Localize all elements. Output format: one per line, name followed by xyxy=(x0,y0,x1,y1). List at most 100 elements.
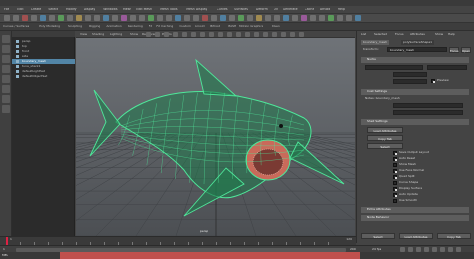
viewport-menu-shading[interactable]: Shading xyxy=(92,33,104,36)
nurbs-input-field[interactable] xyxy=(365,65,423,70)
menu-item-uv[interactable]: UV xyxy=(274,8,279,11)
outliner-item[interactable]: defaultObjectSet xyxy=(12,74,75,79)
shelf-tool-icon[interactable] xyxy=(121,15,127,21)
shelf-tool-icon[interactable] xyxy=(202,15,208,21)
command-language-label[interactable]: MEL xyxy=(2,254,8,257)
shelf-tab[interactable]: Poly Modeling xyxy=(39,25,60,28)
attr-editor-menu-attributes[interactable]: Attributes xyxy=(410,33,425,36)
menu-item-curves[interactable]: Curves xyxy=(217,8,228,11)
viewport-tool-icon[interactable] xyxy=(254,32,259,37)
viewport-tool-icon[interactable] xyxy=(164,32,169,37)
option-checkbox[interactable] xyxy=(393,193,397,197)
rotate-tool-icon[interactable] xyxy=(2,75,10,83)
shelf-tool-icon[interactable] xyxy=(49,15,55,21)
shelf-tool-icon[interactable] xyxy=(103,15,109,21)
nurbs-value-field[interactable] xyxy=(393,72,427,77)
shelf-tool-icon[interactable] xyxy=(238,15,244,21)
viewport-tool-icon[interactable] xyxy=(263,32,268,37)
range-end-field[interactable]: 200 xyxy=(350,248,356,251)
shelf-tool-icon[interactable] xyxy=(328,15,334,21)
shelf-tool-icon[interactable] xyxy=(301,15,307,21)
option-checkbox[interactable] xyxy=(393,181,397,185)
select-button[interactable]: Select xyxy=(367,143,403,149)
viewport-tool-icon[interactable] xyxy=(227,32,232,37)
range-slider-bar[interactable] xyxy=(16,247,346,252)
nurbs-option-field[interactable] xyxy=(427,65,467,70)
shelf-tool-icon[interactable] xyxy=(211,15,217,21)
range-slider[interactable]: 1 200 24 fps xyxy=(0,245,474,252)
option-checkbox[interactable] xyxy=(393,187,397,191)
shelf-tool-icon[interactable] xyxy=(148,15,154,21)
shelf-tool-icon[interactable] xyxy=(166,15,172,21)
section-extra[interactable]: Extra Attributes xyxy=(361,207,469,213)
section-cost_settings[interactable]: Cost Settings xyxy=(361,89,469,95)
section-shell[interactable]: Shell Settings xyxy=(361,119,469,125)
section-node_behavior[interactable]: Node Behavior xyxy=(361,215,469,221)
viewport-tool-icon[interactable] xyxy=(281,32,286,37)
viewport-menu-view[interactable]: View xyxy=(80,33,87,36)
shelf-tab[interactable]: FX Caching xyxy=(156,25,173,28)
viewport-tool-icon[interactable] xyxy=(173,32,178,37)
lasso-tool-icon[interactable] xyxy=(2,45,10,53)
attr-editor-menu-focus[interactable]: Focus xyxy=(395,33,404,36)
viewport-tool-icon[interactable] xyxy=(299,32,304,37)
shelf-tab[interactable]: Rendering xyxy=(128,25,143,28)
shelf-tool-icon[interactable] xyxy=(76,15,82,21)
focus-button[interactable]: Focus xyxy=(449,47,459,53)
viewport-3d[interactable]: persp xyxy=(76,38,355,236)
shelf-tool-icon[interactable] xyxy=(337,15,343,21)
shelf-tool-icon[interactable] xyxy=(31,15,37,21)
last-tool-icon[interactable] xyxy=(2,95,10,103)
shelf-tool-icon[interactable] xyxy=(94,15,100,21)
option-checkbox[interactable] xyxy=(393,163,397,167)
attr-editor-menu-selected[interactable]: Selected xyxy=(374,33,387,36)
menu-item-modify[interactable]: Modify xyxy=(66,8,77,11)
viewport-tool-icon[interactable] xyxy=(218,32,223,37)
attr-editor-node-tab[interactable]: boundary_mesh xyxy=(361,40,390,45)
shelf-tab[interactable]: Animation xyxy=(106,25,121,28)
menu-item-select[interactable]: Select xyxy=(48,8,58,11)
time-slider[interactable]: 1 120 xyxy=(0,236,356,246)
viewport-canvas[interactable] xyxy=(76,38,355,236)
section-nurbs[interactable]: Nurbs xyxy=(361,57,469,63)
copy-tab-button[interactable]: Copy Tab xyxy=(367,135,403,141)
shelf-tab[interactable]: Sculpting xyxy=(68,25,82,28)
shelf-tool-icon[interactable] xyxy=(22,15,28,21)
option-checkbox[interactable] xyxy=(393,157,397,161)
shelf-tab[interactable]: FX xyxy=(149,25,153,28)
shelf-tool-icon[interactable] xyxy=(85,15,91,21)
shelf-tool-icon[interactable] xyxy=(292,15,298,21)
viewport-tool-icon[interactable] xyxy=(290,32,295,37)
viewport-tool-icon[interactable] xyxy=(155,32,160,37)
shelf-tab[interactable]: XGen xyxy=(272,25,280,28)
select-bottom-button[interactable]: Select xyxy=(361,233,395,239)
shelf-tab[interactable]: Custom xyxy=(179,25,191,28)
menu-item-arnold[interactable]: Arnold xyxy=(320,8,330,11)
option-checkbox[interactable] xyxy=(393,169,397,173)
shelf-tool-icon[interactable] xyxy=(220,15,226,21)
shelf-tool-icon[interactable] xyxy=(112,15,118,21)
shelf-tool-icon[interactable] xyxy=(40,15,46,21)
attr-editor-menu-help[interactable]: Help xyxy=(448,33,455,36)
menu-item-display[interactable]: Display xyxy=(84,8,96,11)
shelf-tab[interactable]: Rigging xyxy=(89,25,100,28)
shelf-tool-icon[interactable] xyxy=(130,15,136,21)
shelf-tool-icon[interactable] xyxy=(256,15,262,21)
viewport-tool-icon[interactable] xyxy=(146,32,151,37)
viewport-tool-icon[interactable] xyxy=(272,32,277,37)
cost-field[interactable] xyxy=(393,110,463,115)
paint-tool-icon[interactable] xyxy=(2,55,10,63)
nurbs-value-field[interactable] xyxy=(393,79,427,84)
viewport-tool-icon[interactable] xyxy=(200,32,205,37)
menu-item-file[interactable]: File xyxy=(4,8,9,11)
load-attributes-button[interactable]: Load Attributes xyxy=(367,127,403,133)
scale-tool-icon[interactable] xyxy=(2,85,10,93)
cost-field[interactable] xyxy=(393,103,463,108)
attr-editor-menu-list[interactable]: List xyxy=(361,33,366,36)
menu-item-deform[interactable]: Deform xyxy=(256,8,268,11)
shelf-tool-icon[interactable] xyxy=(229,15,235,21)
shelf-tool-icon[interactable] xyxy=(283,15,289,21)
option-checkbox[interactable] xyxy=(393,151,397,155)
shelf-tab[interactable]: MASH xyxy=(228,25,237,28)
menu-item-cache[interactable]: Cache xyxy=(305,8,315,11)
